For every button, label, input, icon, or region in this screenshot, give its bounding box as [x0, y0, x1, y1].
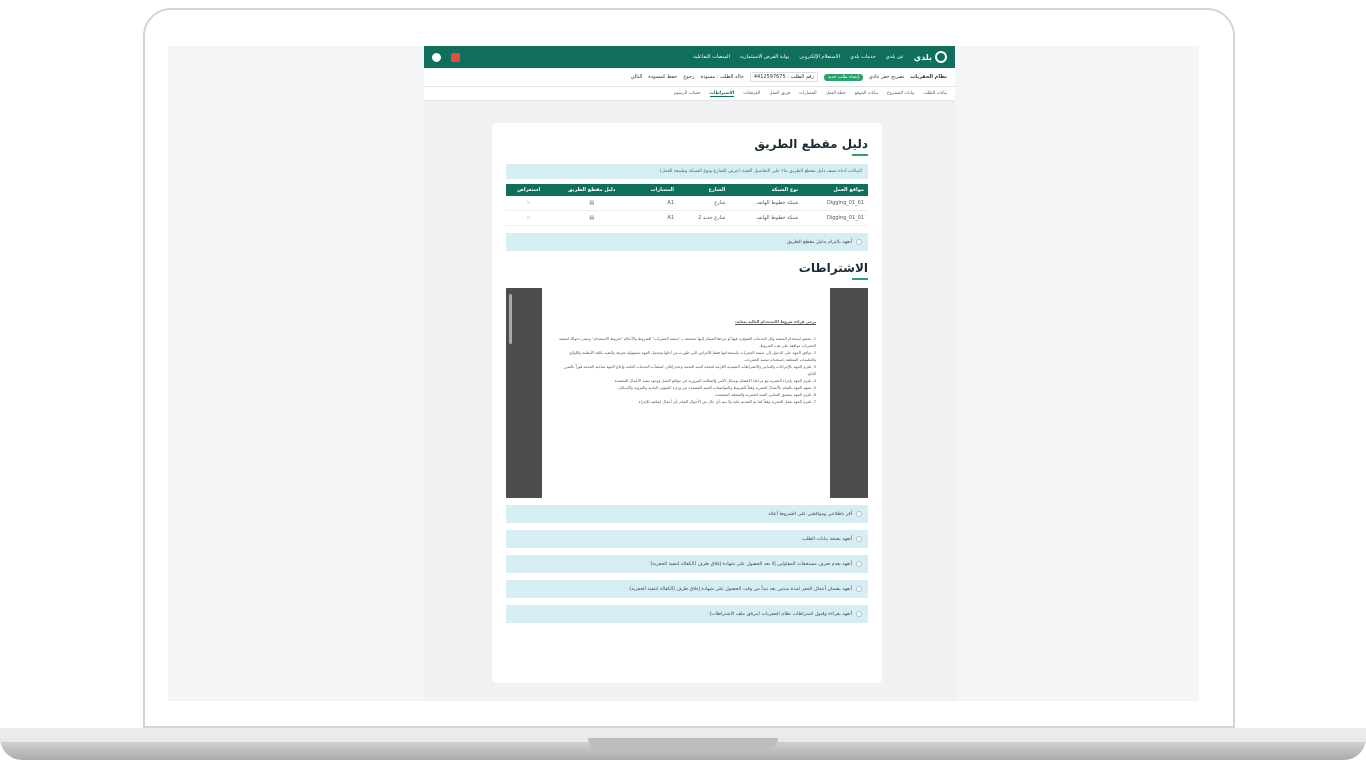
laptop-hinge: [0, 728, 1366, 738]
doc-line: 6. تلتزم الجهة بتحقيق المعايير الفنية لل…: [714, 392, 816, 397]
radio-icon[interactable]: [856, 561, 862, 567]
app-page: بلدي عن بلدي خدمات بلدي الاستعلام الإلكت…: [424, 46, 955, 701]
top-navigation: بلدي عن بلدي خدمات بلدي الاستعلام الإلكت…: [424, 46, 955, 68]
wizard-steps: بيانات الطلب بيانات المشروع بيانات الموق…: [424, 87, 955, 101]
col-guide: دليل مقطع الطريق: [551, 184, 633, 196]
check-label: أتعهد بقراءة وقبول اشتراطات نظام الحفريا…: [709, 611, 852, 617]
col-paths: المسارات: [632, 184, 679, 196]
doc-line: 4. تلتزم الجهة بإجراء الحفرية مع مراعاة …: [613, 378, 816, 383]
logo-mark-icon: [935, 51, 947, 63]
grid-view-icon[interactable]: ⁙: [506, 196, 552, 211]
breadcrumb[interactable]: تصريح حفر عادي: [869, 74, 904, 80]
check-label: أتعهد بصحة بيانات الطلب: [801, 536, 852, 542]
nav-inquiry[interactable]: الاستعلام الإلكتروني: [799, 54, 840, 60]
table-row: Digging_01_01 شبكة خطوط الهاتف شارع A1 ▤…: [506, 196, 868, 211]
step-project-data[interactable]: بيانات المشروع: [887, 91, 915, 96]
save-draft-button[interactable]: حفظ كمسودة: [648, 74, 677, 80]
check-row-agree[interactable]: أقر باطلاعي وموافقتي على الشروط أعلاه: [506, 505, 868, 523]
check-row-accept-conditions[interactable]: أتعهد بقراءة وقبول اشتراطات نظام الحفريا…: [506, 605, 868, 623]
doc-line: 1. يخضع استخدام المنصة وكل الخدمات المتو…: [558, 336, 816, 348]
check-label: أتعهد بضمان أعمال الحفر لمدة سنتين بعد ت…: [629, 586, 852, 592]
nav-platforms[interactable]: المنصات التفاعلية: [693, 54, 730, 60]
step-work-plan[interactable]: خطة العمل: [826, 91, 846, 96]
cell-site: Digging_01_01: [802, 196, 868, 211]
conditions-title: الاشتراطات: [798, 261, 868, 275]
request-toolbar: نظام الحفريات تصريح حفر عادي إنشاء طلب ج…: [424, 68, 955, 87]
cell-path: A1: [632, 210, 679, 226]
laptop-screen: بلدي عن بلدي خدمات بلدي الاستعلام الإلكت…: [168, 46, 1199, 701]
back-button[interactable]: رجوع: [683, 74, 694, 80]
step-fees[interactable]: حساب الرسوم: [674, 91, 701, 96]
notification-icon[interactable]: [451, 52, 460, 62]
laptop-notch: [588, 738, 778, 750]
grid-view-icon[interactable]: ⁙: [506, 210, 552, 226]
new-request-pill: إنشاء طلب جديد: [823, 73, 863, 81]
check-row-data-correct[interactable]: أتعهد بصحة بيانات الطلب: [506, 530, 868, 548]
cell-site: Digging_01_01: [802, 210, 868, 226]
nav-services[interactable]: خدمات بلدي: [850, 54, 876, 60]
nav-investment[interactable]: بوابة الفرص الاستثمارية: [740, 54, 789, 60]
check-label: أتعهد بعدم صرف مستحقات المقاولين إلا بعد…: [650, 561, 852, 567]
col-view: استعراض: [506, 184, 552, 196]
table-row: Digging_01_01 شبكة خطوط الهاتف شارع جديد…: [506, 210, 868, 226]
step-attachments[interactable]: المرفقات: [743, 91, 760, 96]
check-row-contractor-payments[interactable]: أتعهد بعدم صرف مستحقات المقاولين إلا بعد…: [506, 555, 868, 573]
request-number: رقم الطلب : 4412597675: [749, 72, 818, 82]
cell-street: شارع: [678, 196, 730, 211]
check-row-warranty[interactable]: أتعهد بضمان أعمال الحفر لمدة سنتين بعد ت…: [506, 580, 868, 598]
guide-info: البيانات أدناه تصف دليل مقطع الطريق بناء…: [506, 164, 868, 179]
user-icon[interactable]: [432, 52, 441, 62]
step-request-data[interactable]: بيانات الطلب: [924, 91, 947, 96]
radio-icon[interactable]: [856, 511, 862, 517]
step-site-data[interactable]: بيانات الموقع: [855, 91, 878, 96]
guide-table: مواقع العمل نوع الشبكة الشارع المسارات د…: [506, 184, 868, 226]
title-underline: [852, 154, 868, 156]
request-status: حالة الطلب : مسودة: [700, 74, 744, 80]
cell-network: شبكة خطوط الهاتف: [729, 196, 803, 211]
viewer-scrollbar[interactable]: [509, 294, 512, 344]
step-paths[interactable]: المسارات: [799, 91, 816, 96]
cell-street: شارع جديد 2: [678, 210, 730, 226]
doc-heading: يرجى قراءة شروط الاستخدام التالية بعناية…: [735, 319, 816, 324]
col-work-sites: مواقع العمل: [802, 184, 868, 196]
doc-line: 3. تلتزم الجهة بالإجراءات والتدابير والا…: [563, 364, 816, 376]
radio-icon[interactable]: [856, 611, 862, 617]
next-button[interactable]: التالي: [631, 74, 643, 80]
commit-guide-label: أتعهد بالتزام بدليل مقطع الطريق: [786, 239, 852, 245]
radio-icon[interactable]: [856, 586, 862, 592]
doc-line: 5. تتعهد الجهة بالقيام بالأعمال الحفرية …: [617, 385, 816, 390]
content-card: دليل مقطع الطريق البيانات أدناه تصف دليل…: [492, 123, 882, 683]
cell-path: A1: [632, 196, 679, 211]
guide-title: دليل مقطع الطريق: [754, 137, 868, 151]
document-icon[interactable]: ▤: [551, 210, 633, 226]
col-street: الشارع: [678, 184, 730, 196]
doc-line: 7. تلتزم الجهة بعمل الحفرية وفقاً لما تم…: [637, 399, 816, 404]
nav-about[interactable]: عن بلدي: [886, 54, 904, 60]
document-page: يرجى قراءة شروط الاستخدام التالية بعناية…: [542, 288, 830, 498]
step-team[interactable]: فريق العمل: [769, 91, 790, 96]
cell-network: شبكة خطوط الهاتف: [729, 210, 803, 226]
step-conditions[interactable]: الاشتراطات: [709, 91, 735, 97]
conditions-document-viewer[interactable]: يرجى قراءة شروط الاستخدام التالية بعناية…: [506, 288, 868, 498]
radio-icon[interactable]: [856, 239, 862, 245]
document-icon[interactable]: ▤: [551, 196, 633, 211]
doc-line: 2. توافق الجهة على الدخول إلى منصة الحفر…: [569, 350, 816, 362]
title-underline: [852, 278, 868, 280]
table-header-row: مواقع العمل نوع الشبكة الشارع المسارات د…: [506, 184, 868, 196]
logo-text: بلدي: [913, 52, 932, 62]
radio-icon[interactable]: [856, 536, 862, 542]
commit-guide-checkbox-row[interactable]: أتعهد بالتزام بدليل مقطع الطريق: [506, 233, 868, 251]
balady-logo[interactable]: بلدي: [914, 51, 947, 63]
check-label: أقر باطلاعي وموافقتي على الشروط أعلاه: [768, 511, 852, 517]
system-title[interactable]: نظام الحفريات: [910, 74, 947, 80]
col-network-type: نوع الشبكة: [729, 184, 803, 196]
